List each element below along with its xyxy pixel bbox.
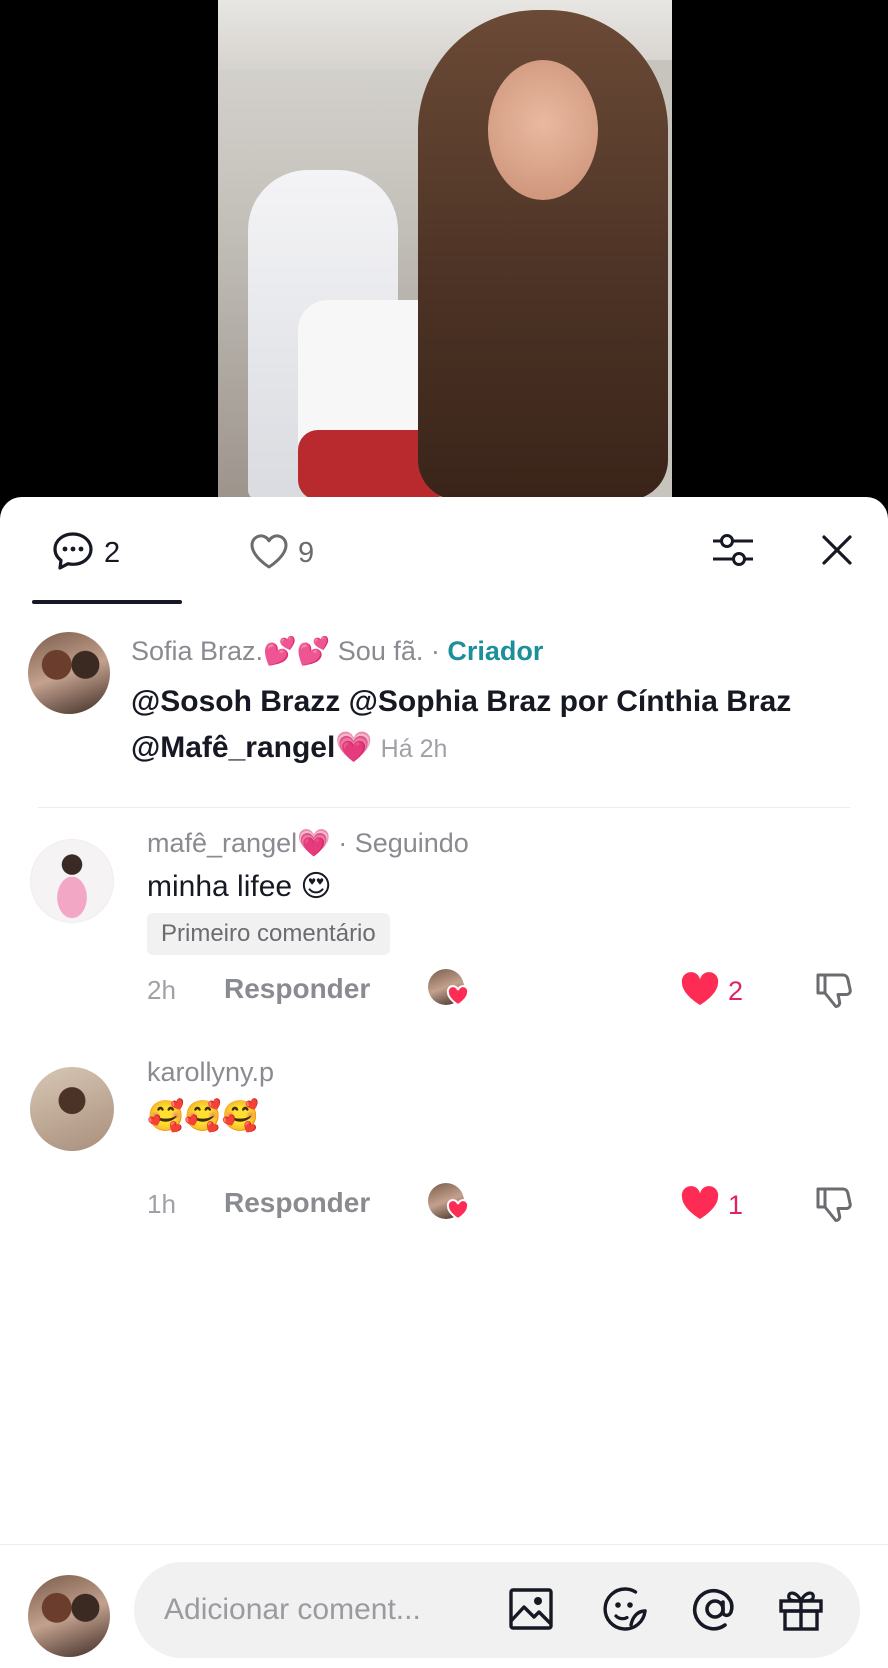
caption-body: @Sosoh Brazz @Sophia Braz por Cínthia Br… <box>131 685 792 764</box>
comment-actions: 2h Responder 2 <box>0 969 888 1013</box>
comment-text: 🥰🥰🥰 <box>147 1100 260 1133</box>
caption-separator: · <box>423 636 448 666</box>
emoji-icon <box>601 1585 649 1638</box>
active-tab-indicator <box>32 600 182 604</box>
sheet-tabs: 2 9 <box>0 497 888 607</box>
caption-text: @Sosoh Brazz @Sophia Braz por Cínthia Br… <box>131 679 831 772</box>
divider <box>38 807 850 808</box>
reply-button[interactable]: Responder <box>224 1187 370 1219</box>
heart-filled-icon <box>446 1199 470 1223</box>
comment-username[interactable]: mafê_rangel💗 <box>147 828 331 858</box>
close-icon <box>821 534 853 571</box>
avatar[interactable] <box>30 839 114 923</box>
gift-button[interactable] <box>776 1586 826 1636</box>
image-icon <box>508 1587 554 1636</box>
likes-count: 9 <box>298 536 315 569</box>
comment-actions: 1h Responder 1 <box>0 1183 888 1227</box>
filter-button[interactable] <box>708 527 758 577</box>
close-button[interactable] <box>812 527 862 577</box>
dislike-button[interactable] <box>814 969 858 1013</box>
comment-username-line: mafê_rangel💗 · Seguindo <box>147 827 469 859</box>
comment-text: minha lifee 😍 <box>147 870 332 903</box>
emoji-button[interactable] <box>600 1586 650 1636</box>
comment-input-bar <box>0 1544 888 1668</box>
heart-filled-icon <box>680 1185 720 1226</box>
comment-username-line: karollyny.p <box>147 1057 274 1088</box>
caption-author[interactable]: Sofia Braz.💕💕 Sou fã. <box>131 636 423 666</box>
creator-liked-indicator <box>428 1183 470 1223</box>
comments-sheet: 2 9 Sofia Braz.💕💕 Sou fã. · Criador @Sos… <box>0 497 888 1668</box>
image-button[interactable] <box>506 1586 556 1636</box>
mention-icon <box>691 1585 739 1638</box>
like-button[interactable]: 2 <box>680 969 743 1013</box>
mention-button[interactable] <box>690 1586 740 1636</box>
heart-filled-icon <box>680 971 720 1012</box>
comment-time: 2h <box>147 975 176 1005</box>
like-count: 2 <box>728 975 744 1006</box>
comment-icon <box>52 531 94 576</box>
avatar[interactable] <box>28 632 110 714</box>
like-count: 1 <box>728 1189 744 1220</box>
dislike-icon <box>814 973 854 1015</box>
caption-header: Sofia Braz.💕💕 Sou fã. · Criador <box>131 635 543 667</box>
video-frame <box>218 0 672 500</box>
follow-status: · Seguindo <box>330 828 469 858</box>
video-player[interactable] <box>0 0 888 500</box>
tab-likes[interactable]: 9 <box>248 533 314 573</box>
dislike-icon <box>814 1187 854 1229</box>
reply-button[interactable]: Responder <box>224 973 370 1005</box>
comment-time: 1h <box>147 1189 176 1219</box>
comment-username[interactable]: karollyny.p <box>147 1057 274 1087</box>
creator-tag: Criador <box>447 636 544 666</box>
heart-outline-icon <box>248 532 290 575</box>
creator-liked-indicator <box>428 969 470 1009</box>
avatar <box>28 1575 110 1657</box>
caption-time: Há 2h <box>380 735 448 763</box>
dislike-button[interactable] <box>814 1183 858 1227</box>
comment-input[interactable] <box>164 1562 474 1658</box>
heart-filled-icon <box>446 985 470 1009</box>
like-button[interactable]: 1 <box>680 1183 743 1227</box>
gift-icon <box>777 1585 825 1638</box>
filter-icon <box>711 530 755 575</box>
comments-count: 2 <box>104 536 121 569</box>
tab-comments[interactable]: 2 <box>52 531 121 576</box>
first-comment-badge: Primeiro comentário <box>147 913 390 955</box>
avatar[interactable] <box>30 1067 114 1151</box>
comment-input-container[interactable] <box>134 1562 860 1658</box>
